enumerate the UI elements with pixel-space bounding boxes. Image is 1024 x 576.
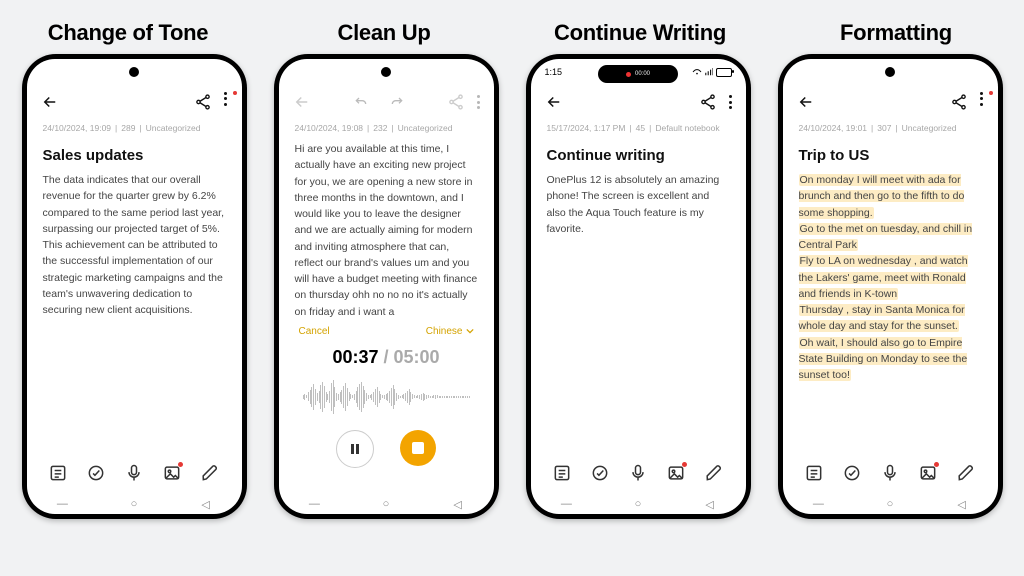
dynamic-island: 00:00	[598, 65, 678, 83]
back-icon[interactable]	[545, 93, 563, 111]
feature-label-tone: Change of Tone	[7, 20, 249, 46]
more-icon[interactable]	[729, 95, 732, 108]
note-title[interactable]: Trip to US	[799, 147, 982, 164]
camera-punchhole	[885, 67, 895, 77]
feature-label-continue: Continue Writing	[519, 20, 761, 46]
image-icon[interactable]	[162, 463, 182, 483]
feature-label-format: Formatting	[775, 20, 1017, 46]
android-navbar[interactable]: —○◁	[783, 494, 998, 514]
android-navbar[interactable]: —○◁	[531, 494, 746, 514]
pen-icon[interactable]	[956, 463, 976, 483]
pen-icon[interactable]	[704, 463, 724, 483]
note-toolbar	[27, 451, 242, 494]
back-icon[interactable]	[797, 93, 815, 111]
mic-icon[interactable]	[124, 463, 144, 483]
share-icon[interactable]	[194, 93, 212, 111]
recorder-cancel[interactable]: Cancel	[299, 326, 330, 337]
camera-punchhole	[129, 67, 139, 77]
status-time: 1:15	[545, 67, 563, 77]
note-body[interactable]: The data indicates that our overall reve…	[43, 172, 226, 318]
note-title[interactable]: Continue writing	[547, 147, 730, 164]
note-toolbar	[783, 451, 998, 494]
pause-button[interactable]	[336, 430, 374, 468]
android-navbar[interactable]: —○◁	[279, 494, 494, 514]
check-icon[interactable]	[590, 463, 610, 483]
phone-continue: 00:00 1:15	[526, 54, 751, 519]
recorder-timer: 00:37 / 05:00	[295, 347, 478, 368]
list-icon[interactable]	[48, 463, 68, 483]
camera-punchhole	[381, 67, 391, 77]
image-icon[interactable]	[918, 463, 938, 483]
status-icons	[692, 68, 732, 77]
mic-icon[interactable]	[880, 463, 900, 483]
stop-record-button[interactable]	[400, 430, 436, 466]
more-icon[interactable]	[477, 95, 480, 108]
recorder-language[interactable]: Chinese	[426, 326, 474, 337]
share-icon[interactable]	[699, 93, 717, 111]
share-icon[interactable]	[950, 93, 968, 111]
showcase-stage: Change of Tone Clean Up Continue Writing…	[0, 0, 1024, 576]
phone-formatting: 24/10/2024, 19:01|307|Uncategorized Trip…	[778, 54, 1003, 519]
feature-label-cleanup: Clean Up	[263, 20, 505, 46]
note-toolbar	[531, 451, 746, 494]
image-icon[interactable]	[666, 463, 686, 483]
note-body[interactable]: On monday I will meet with ada for brunc…	[799, 172, 982, 383]
android-navbar[interactable]: —○◁	[27, 494, 242, 514]
more-icon[interactable]	[224, 92, 228, 112]
undo-redo[interactable]	[353, 90, 405, 114]
phone-tone: 24/10/2024, 19:09|289|Uncategorized Sale…	[22, 54, 247, 519]
back-icon[interactable]	[293, 93, 311, 111]
check-icon[interactable]	[86, 463, 106, 483]
more-icon[interactable]	[980, 92, 984, 112]
phone-cleanup: 24/10/2024, 19:08|232|Uncategorized Hi a…	[274, 54, 499, 519]
note-title[interactable]: Sales updates	[43, 147, 226, 164]
note-meta: 24/10/2024, 19:09|289|Uncategorized	[27, 119, 242, 133]
check-icon[interactable]	[842, 463, 862, 483]
list-icon[interactable]	[552, 463, 572, 483]
waveform	[295, 374, 478, 420]
share-icon[interactable]	[447, 93, 465, 111]
list-icon[interactable]	[804, 463, 824, 483]
note-body[interactable]: OnePlus 12 is absolutely an amazing phon…	[547, 172, 730, 237]
pen-icon[interactable]	[200, 463, 220, 483]
mic-icon[interactable]	[628, 463, 648, 483]
note-body[interactable]: Hi are you available at this time, I act…	[295, 141, 478, 320]
back-icon[interactable]	[41, 93, 59, 111]
note-meta: 24/10/2024, 19:08|232|Uncategorized	[279, 119, 494, 133]
note-meta: 24/10/2024, 19:01|307|Uncategorized	[783, 119, 998, 133]
note-meta: 15/17/2024, 1:17 PM|45|Default notebook	[531, 119, 746, 133]
